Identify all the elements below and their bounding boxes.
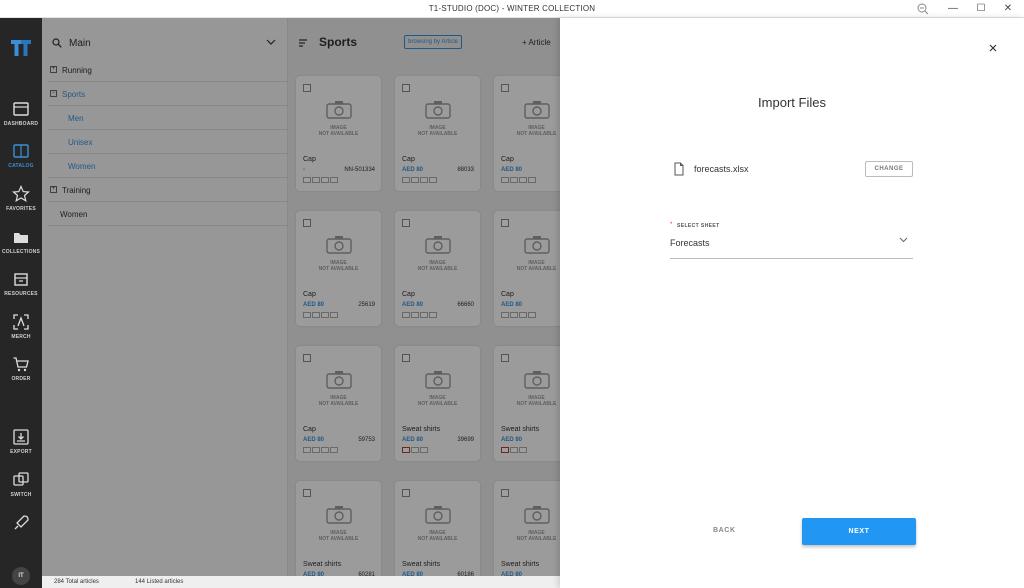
- file-icon: [674, 162, 684, 176]
- dialog-title: Import Files: [758, 95, 826, 110]
- star-icon: [12, 185, 30, 203]
- rail-item-launch[interactable]: [0, 514, 42, 554]
- minimize-button[interactable]: —: [946, 2, 960, 16]
- resources-icon: [14, 273, 28, 286]
- rail-item-label: MERCH: [11, 334, 31, 340]
- rail-item-label: COLLECTIONS: [1, 249, 41, 255]
- close-window-button[interactable]: ✕: [1001, 2, 1015, 16]
- select-underline: [670, 258, 913, 259]
- rail-item-export[interactable]: EXPORT: [0, 428, 42, 468]
- rail-item-resources[interactable]: RESOURCES: [0, 270, 42, 310]
- rail-item-catalog[interactable]: CATALOG: [0, 142, 42, 182]
- selected-file-name: forecasts.xlsx: [694, 164, 749, 174]
- total-articles: 284 Total articles: [54, 579, 99, 585]
- zoom-out-icon[interactable]: [916, 2, 930, 16]
- rocket-icon: [14, 515, 29, 530]
- rail-item-label: DASHBOARD: [3, 121, 39, 127]
- modal-overlay[interactable]: [42, 18, 560, 588]
- next-button[interactable]: NEXT: [802, 518, 916, 545]
- rail-item-order[interactable]: ORDER: [0, 355, 42, 395]
- rail-item-merch[interactable]: MERCH: [0, 313, 42, 353]
- select-sheet-dropdown[interactable]: Forecasts: [670, 238, 710, 248]
- merch-icon: [13, 314, 29, 330]
- dashboard-icon: [13, 102, 29, 116]
- select-sheet-label: SELECT SHEET: [677, 223, 720, 229]
- rail-item-collections[interactable]: COLLECTIONS: [0, 228, 42, 268]
- rail-item-label: SWITCH: [10, 492, 32, 498]
- maximize-button[interactable]: ☐: [974, 2, 988, 16]
- rail-item-dashboard[interactable]: DASHBOARD: [0, 100, 42, 140]
- catalog-icon: [13, 144, 29, 158]
- close-icon[interactable]: [988, 43, 998, 53]
- export-icon: [13, 429, 29, 445]
- app-rail: DASHBOARD CATALOG FAVORITES COLLECTIONS …: [0, 18, 42, 588]
- import-files-dialog: Import Files forecasts.xlsx CHANGE * SEL…: [560, 18, 1024, 588]
- back-button[interactable]: BACK: [713, 527, 736, 534]
- rail-item-label: ORDER: [11, 376, 31, 382]
- rail-item-switch[interactable]: SWITCH: [0, 471, 42, 511]
- listed-articles: 144 Listed articles: [135, 579, 184, 585]
- switch-icon: [13, 472, 29, 486]
- window-title: T1-STUDIO (DOC) - WINTER COLLECTION: [428, 4, 596, 13]
- t1-logo[interactable]: [10, 38, 32, 58]
- rail-item-label: EXPORT: [10, 449, 32, 455]
- rail-item-label: CATALOG: [8, 163, 34, 169]
- rail-item-favorites[interactable]: FAVORITES: [0, 185, 42, 225]
- cart-icon: [13, 357, 29, 372]
- required-marker: *: [670, 222, 673, 228]
- rail-item-label: RESOURCES: [4, 291, 38, 297]
- folder-icon: [14, 233, 28, 243]
- change-file-button[interactable]: CHANGE: [865, 161, 913, 177]
- user-avatar[interactable]: IT: [12, 567, 30, 585]
- rail-item-label: FAVORITES: [6, 206, 36, 212]
- window-title-bar: T1-STUDIO (DOC) - WINTER COLLECTION — ☐ …: [0, 0, 1024, 18]
- status-bar: 284 Total articles 144 Listed articles: [42, 576, 560, 588]
- chevron-down-icon[interactable]: [899, 237, 908, 243]
